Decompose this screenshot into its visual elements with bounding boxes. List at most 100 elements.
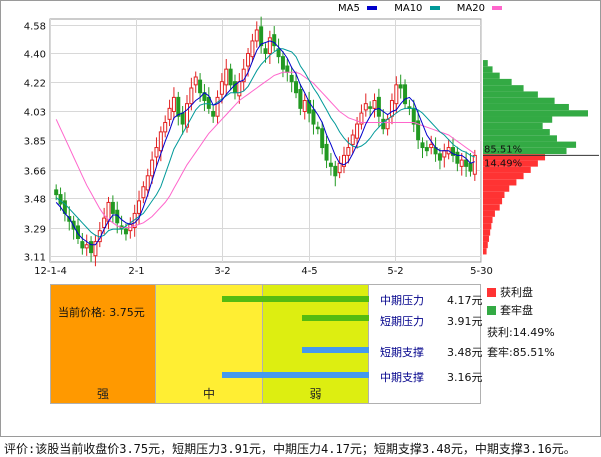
candle-body xyxy=(376,96,381,117)
mid-pressure-bar xyxy=(222,296,369,302)
candle-body xyxy=(437,153,442,161)
zone-bottom-border xyxy=(50,403,481,404)
candle-body xyxy=(363,103,368,111)
chip-bar xyxy=(483,60,488,67)
chip-bar xyxy=(483,129,550,136)
candle-body xyxy=(123,228,128,235)
candle-body xyxy=(84,244,89,249)
ma-legend: MA5 MA10 MA20 xyxy=(338,3,503,14)
chip-bar xyxy=(483,204,500,211)
zone-weak: 弱 xyxy=(263,284,369,404)
loss-ratio-label: 14.49% xyxy=(484,158,522,169)
locked-percent: 套牢:85.51% xyxy=(487,346,555,359)
candle-body xyxy=(429,143,434,149)
candle-body xyxy=(298,89,303,109)
ma10-swatch xyxy=(429,6,440,10)
chip-bar xyxy=(483,72,500,79)
chip-bar xyxy=(483,191,505,199)
y-tick-label: 4.40 xyxy=(24,50,46,61)
locked-legend: 套牢盘 xyxy=(487,302,533,318)
candle-body xyxy=(320,128,325,149)
chip-bar xyxy=(483,78,512,86)
mid-pressure-label: 中期压力 xyxy=(380,294,424,307)
y-tick-label: 4.03 xyxy=(24,108,46,119)
y-tick-label: 3.29 xyxy=(24,225,46,236)
candle-body xyxy=(411,107,416,125)
chip-bar xyxy=(483,110,588,117)
candle-body xyxy=(302,100,307,112)
candle-body xyxy=(424,147,429,152)
candle-body xyxy=(180,112,185,125)
candle-body xyxy=(80,241,85,249)
candle-body xyxy=(294,81,299,94)
mid-pressure-value: 4.17元 xyxy=(447,294,483,307)
y-tick-label: 4.58 xyxy=(24,22,46,33)
ma5-swatch xyxy=(367,6,378,10)
chip-bar xyxy=(483,185,510,192)
candle-body xyxy=(350,134,355,145)
candle-body xyxy=(337,162,342,174)
chip-bar xyxy=(483,172,524,180)
candle-body xyxy=(215,96,220,117)
x-tick-label: 2-1 xyxy=(128,266,144,277)
candle-body xyxy=(176,96,181,117)
chip-bar xyxy=(483,216,493,224)
candle-body xyxy=(267,37,272,54)
candle-body xyxy=(58,194,63,205)
y-tick-label: 4.22 xyxy=(24,79,46,90)
chip-bar xyxy=(483,179,517,186)
candle-body xyxy=(263,48,268,54)
evaluation-summary: 评价:该股当前收盘价3.75元，短期压力3.91元，中期压力4.17元；短期支撑… xyxy=(4,442,576,456)
chip-bar xyxy=(483,135,557,142)
x-tick-label: 5-2 xyxy=(387,266,403,277)
ma20-label: MA20 xyxy=(456,3,485,14)
candle-body xyxy=(333,165,338,177)
mid-support-label: 中期支撑 xyxy=(380,371,424,384)
chip-bar xyxy=(483,210,495,217)
candle-body xyxy=(346,147,351,156)
candle-body xyxy=(355,123,360,139)
candle-body xyxy=(459,159,464,167)
chip-bar xyxy=(483,85,524,92)
candle-body xyxy=(158,131,163,152)
candle-body xyxy=(189,87,194,105)
mid-support-value: 3.16元 xyxy=(447,371,483,384)
candle-body xyxy=(211,110,216,117)
chip-bar xyxy=(483,198,503,205)
candle-body xyxy=(389,100,394,117)
x-tick-label: 5-30 xyxy=(470,266,493,277)
candle-body xyxy=(259,26,264,47)
candle-body xyxy=(385,118,390,130)
candle-body xyxy=(398,84,403,89)
profit-legend-label: 获利盘 xyxy=(500,286,533,299)
chip-bar xyxy=(483,116,553,123)
chip-bar xyxy=(483,103,569,111)
candle-body xyxy=(311,109,316,125)
candle-body xyxy=(472,154,477,175)
chip-bar xyxy=(483,229,491,236)
chip-bar xyxy=(483,66,493,73)
zone-strong: 强 xyxy=(50,284,156,404)
candle-body xyxy=(171,96,176,112)
ma10-label: MA10 xyxy=(394,3,423,14)
locked-legend-label: 套牢盘 xyxy=(500,304,533,317)
locked-swatch xyxy=(487,306,496,315)
candle-body xyxy=(285,65,290,73)
short-support-value: 3.48元 xyxy=(447,346,483,359)
chip-bar xyxy=(483,241,488,249)
x-tick-label: 4-5 xyxy=(301,266,317,277)
candle-body xyxy=(54,189,59,196)
profit-ratio-label: 85.51% xyxy=(484,144,522,155)
y-tick-label: 3.48 xyxy=(24,195,46,206)
candle-body xyxy=(420,142,425,149)
candle-body xyxy=(232,81,237,94)
zone-top-border xyxy=(50,284,481,285)
candle-body xyxy=(464,159,469,167)
candle-body xyxy=(228,68,233,86)
chip-bar xyxy=(483,97,555,104)
candle-body xyxy=(150,159,155,177)
candle-body xyxy=(394,84,399,105)
chip-bar xyxy=(483,248,487,255)
candle-body xyxy=(289,74,294,83)
candle-body xyxy=(224,68,229,86)
